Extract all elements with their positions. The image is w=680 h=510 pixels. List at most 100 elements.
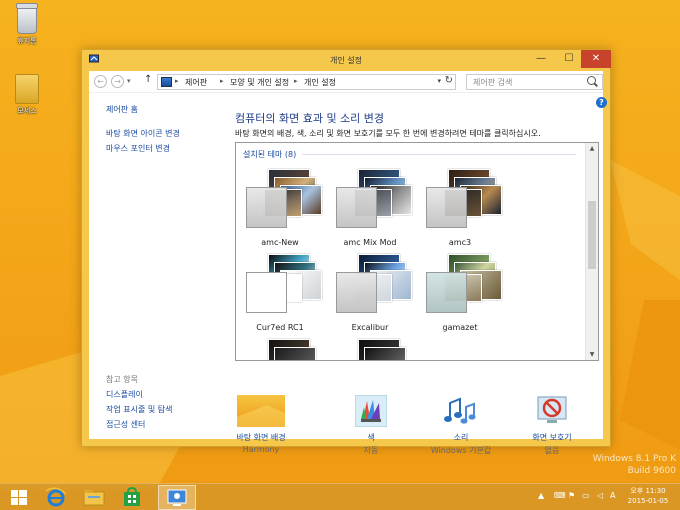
recent-locations-dropdown-icon[interactable]: ▾ (127, 77, 131, 85)
theme-thumbnail (336, 339, 416, 360)
os-build-watermark: Windows 8.1 Pro K Build 9600 (593, 453, 676, 477)
theme-item-cur7ed-rc1[interactable]: Cur7ed RC1 (239, 254, 322, 344)
breadcrumb-separator[interactable]: ▸ (220, 77, 224, 85)
setting-value: 없음 (544, 446, 560, 455)
taskbar-clock[interactable]: 오후 11:30 2015-01-05 (620, 486, 676, 506)
breadcrumb-appearance[interactable]: 모양 및 개인 설정 (230, 77, 289, 88)
ease-of-access-link[interactable]: 접근성 센터 (106, 419, 145, 430)
display-link[interactable]: 디스플레이 (106, 389, 143, 400)
setting-label[interactable]: 화면 보호기 (507, 432, 597, 443)
change-mouse-pointers-link[interactable]: 마우스 포인터 변경 (106, 143, 170, 154)
sound-icon (444, 397, 476, 424)
desktop-icon-label: 휴지통 (17, 37, 37, 45)
theme-thumbnail (426, 254, 506, 314)
taskbar-store[interactable] (113, 485, 151, 510)
theme-list[interactable]: 설치된 테마 (8) amc-New amc Mix Mod amc3 Cur7… (235, 142, 599, 361)
forward-button[interactable]: → (111, 75, 124, 88)
theme-item-amc-new[interactable]: amc-New (239, 169, 322, 259)
theme-name: Cur7ed RC1 (256, 323, 304, 332)
maximize-button[interactable]: ☐ (556, 50, 582, 68)
control-panel-home-link[interactable]: 제어판 홈 (106, 104, 138, 115)
watermark-edition: Windows 8.1 Pro K (592, 454, 676, 464)
window-client-area: ← → ▾ ↑ ▸ 제어판 ▸ 모양 및 개인 설정 ▸ 개인 설정 ▾ ↻ 제… (89, 71, 607, 455)
network-icon[interactable]: ▭ (582, 491, 590, 500)
page-description: 바탕 화면의 배경, 색, 소리 및 화면 보호기를 모두 한 번에 변경하려면… (235, 129, 541, 138)
breadcrumb-personalization[interactable]: 개인 설정 (304, 77, 336, 88)
theme-list-scrollbar[interactable]: ▲ ▼ (585, 143, 598, 360)
taskbar-file-explorer[interactable] (75, 485, 113, 510)
title-bar[interactable]: 개인 설정 — ☐ ✕ (82, 50, 611, 70)
theme-thumbnail (336, 254, 416, 314)
desktop-icon-recycle-bin[interactable]: 휴지통 (2, 3, 52, 46)
setting-label[interactable]: 바탕 화면 배경 (216, 432, 306, 443)
scrollbar-thumb[interactable] (588, 201, 596, 269)
desktop-icon-label: 모세스 (17, 107, 37, 115)
desktop-icon-folder[interactable]: 모세스 (2, 74, 52, 116)
setting-value: Harmony (242, 445, 280, 454)
theme-item[interactable] (239, 339, 321, 360)
theme-name: amc-New (261, 238, 299, 247)
theme-name: amc Mix Mod (343, 238, 397, 247)
theme-item-amc-mix-mod[interactable]: amc Mix Mod (329, 169, 412, 259)
taskbar-navigation-link[interactable]: 작업 표시줄 및 탐색 (106, 404, 173, 415)
taskbar-internet-explorer[interactable] (37, 485, 75, 510)
address-bar[interactable]: ▸ 제어판 ▸ 모양 및 개인 설정 ▸ 개인 설정 ▾ ↻ (157, 74, 456, 90)
minimize-button[interactable]: — (528, 50, 554, 68)
store-icon (124, 486, 140, 506)
theme-item-gamazet[interactable]: gamazet (419, 254, 502, 344)
scroll-down-icon[interactable]: ▼ (586, 351, 598, 358)
setting-value: 자동 (363, 446, 379, 455)
ime-indicator-icon[interactable]: A (610, 491, 615, 500)
sound-setting[interactable]: 소리 Windows 기본값 (416, 395, 506, 455)
color-setting[interactable]: 색 자동 (326, 394, 416, 455)
scroll-up-icon[interactable]: ▲ (586, 145, 598, 152)
screensaver-setting[interactable]: 화면 보호기 없음 (507, 395, 597, 455)
theme-thumbnail (246, 169, 326, 229)
breadcrumb-control-panel[interactable]: 제어판 (185, 77, 207, 88)
back-button[interactable]: ← (94, 75, 107, 88)
taskbar-personalization[interactable] (158, 485, 196, 510)
group-divider (302, 154, 576, 155)
action-center-flag-icon[interactable]: ⚑ (568, 491, 575, 500)
theme-item[interactable] (329, 339, 411, 360)
theme-thumbnail (246, 339, 326, 360)
page-title: 컴퓨터의 화면 효과 및 소리 변경 (235, 112, 385, 125)
clock-time: 오후 11:30 (630, 487, 666, 495)
desktop-background-icon (237, 395, 285, 427)
theme-item-excalibur[interactable]: Excalibur (329, 254, 412, 344)
internet-explorer-icon (45, 487, 67, 507)
setting-label[interactable]: 소리 (416, 432, 506, 443)
help-icon[interactable]: ? (596, 97, 607, 108)
see-also-label: 참고 항목 (106, 375, 138, 384)
wallpaper-shard (620, 300, 680, 450)
theme-thumbnail (426, 169, 506, 229)
watermark-build: Build 9600 (627, 466, 676, 476)
color-icon (354, 394, 388, 428)
show-hidden-icons[interactable]: ▲ (538, 491, 544, 500)
breadcrumb-separator[interactable]: ▸ (294, 77, 298, 85)
keyboard-icon[interactable]: ⌨ (554, 491, 566, 500)
theme-name: amc3 (448, 238, 472, 247)
refresh-icon[interactable]: ↻ (445, 75, 453, 86)
close-button[interactable]: ✕ (581, 50, 611, 68)
setting-label[interactable]: 색 (326, 432, 416, 443)
address-dropdown-icon[interactable]: ▾ (437, 77, 441, 85)
installed-themes-header[interactable]: 설치된 테마 (8) (243, 149, 296, 160)
volume-icon[interactable]: ◁ (597, 491, 603, 500)
theme-name: gamazet (442, 323, 478, 332)
search-input[interactable]: 제어판 검색 (466, 74, 603, 90)
windows-logo-icon (11, 490, 27, 505)
start-button[interactable] (0, 485, 38, 510)
breadcrumb-separator[interactable]: ▸ (175, 77, 179, 85)
search-icon[interactable] (587, 76, 596, 85)
taskbar: ▲ ⌨ ⚑ ▭ ◁ A 오후 11:30 2015-01-05 (0, 483, 680, 510)
personalization-icon (167, 489, 187, 506)
screensaver-icon (537, 396, 567, 423)
wallpaper-shard (610, 160, 680, 280)
up-button[interactable]: ↑ (144, 74, 152, 85)
theme-item-amc3[interactable]: amc3 (419, 169, 502, 259)
change-desktop-icons-link[interactable]: 바탕 화면 아이콘 변경 (106, 128, 180, 139)
desktop-background-setting[interactable]: 바탕 화면 배경 Harmony (216, 395, 306, 454)
personalization-window: 개인 설정 — ☐ ✕ ← → ▾ ↑ ▸ 제어판 ▸ 모양 및 개인 설정 ▸… (81, 49, 611, 455)
control-panel-icon (161, 77, 172, 87)
